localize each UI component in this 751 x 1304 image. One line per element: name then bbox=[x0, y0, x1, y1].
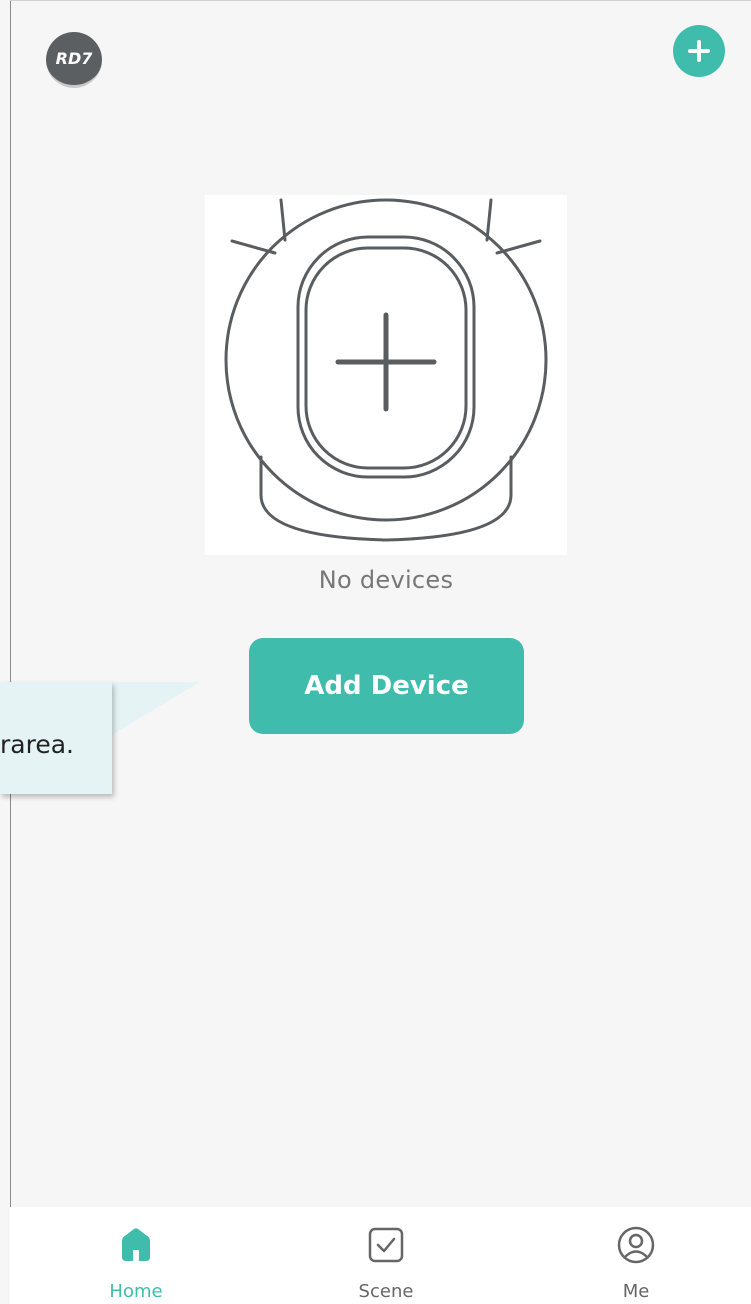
tab-me-label: Me bbox=[622, 1281, 650, 1302]
avatar-logo-text: RD7 bbox=[55, 49, 93, 68]
home-icon bbox=[122, 1228, 150, 1261]
add-device-button[interactable]: Add Device bbox=[249, 638, 524, 734]
tab-home[interactable]: Home bbox=[71, 1207, 201, 1304]
robot-vacuum-plus-illustration bbox=[205, 195, 567, 555]
tab-scene-label: Scene bbox=[358, 1281, 414, 1302]
window-top-border bbox=[10, 0, 751, 1]
bottom-tab-bar: Home Scene Me bbox=[10, 1207, 751, 1304]
home-screen: RD7 No devices Add Device rarea. Home Sc… bbox=[0, 0, 751, 1304]
tab-me[interactable]: Me bbox=[571, 1207, 701, 1304]
checkbox-icon bbox=[368, 1227, 404, 1263]
tooltip-pointer bbox=[100, 682, 200, 742]
profile-icon bbox=[617, 1226, 655, 1264]
home-avatar[interactable]: RD7 bbox=[46, 32, 102, 88]
plus-icon bbox=[688, 40, 710, 62]
tab-home-label: Home bbox=[109, 1281, 163, 1302]
tab-scene[interactable]: Scene bbox=[321, 1207, 451, 1304]
no-devices-message: No devices bbox=[318, 566, 454, 594]
window-left-border bbox=[10, 0, 11, 1304]
tooltip-text: rarea. bbox=[0, 730, 74, 759]
add-device-top-button[interactable] bbox=[673, 25, 725, 77]
